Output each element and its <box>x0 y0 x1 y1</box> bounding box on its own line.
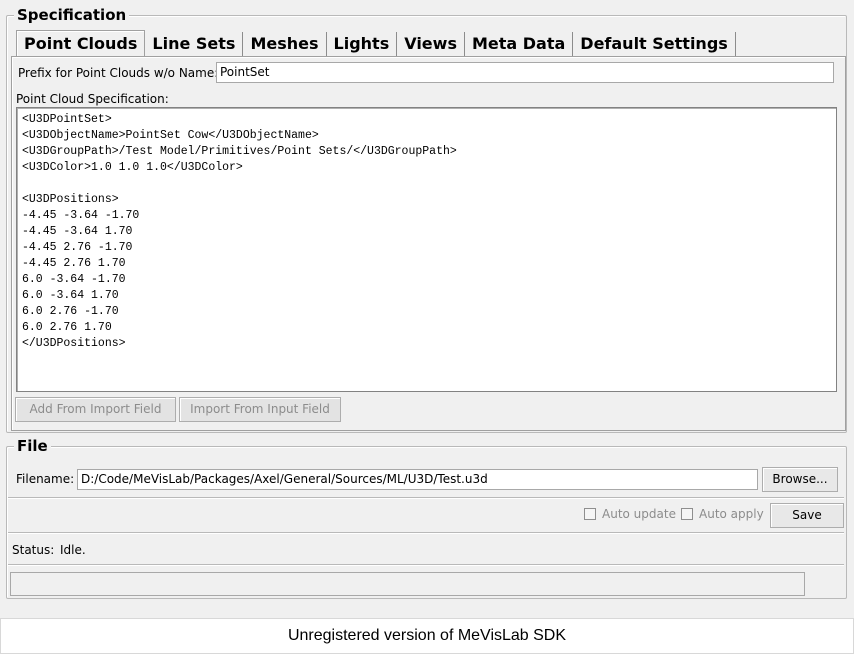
import-from-input-button[interactable]: Import From Input Field <box>179 397 341 422</box>
save-button[interactable]: Save <box>770 503 844 528</box>
tab-meta-data[interactable]: Meta Data <box>465 32 574 56</box>
browse-button[interactable]: Browse... <box>762 467 838 492</box>
tab-meshes[interactable]: Meshes <box>243 32 327 56</box>
filename-label: Filename: <box>16 472 75 486</box>
add-from-import-button[interactable]: Add From Import Field <box>15 397 176 422</box>
specification-title: Specification <box>14 7 130 23</box>
auto-update-box[interactable] <box>584 508 596 520</box>
file-separator-mid <box>8 532 844 534</box>
file-title: File <box>14 438 51 454</box>
filename-input[interactable]: D:/Code/MeVisLab/Packages/Axel/General/S… <box>77 469 758 490</box>
auto-apply-box[interactable] <box>681 508 693 520</box>
tab-default-settings[interactable]: Default Settings <box>573 32 736 56</box>
status-value: Idle. <box>60 543 86 557</box>
prefix-input[interactable]: PointSet <box>216 62 834 83</box>
auto-apply-label: Auto apply <box>699 507 764 521</box>
unregistered-banner: Unregistered version of MeVisLab SDK <box>0 618 854 654</box>
tab-lights[interactable]: Lights <box>327 32 398 56</box>
file-separator-top <box>8 497 844 499</box>
tab-point-clouds[interactable]: Point Clouds <box>16 30 146 57</box>
file-separator-bottom <box>8 564 844 566</box>
progress-bar <box>10 572 805 596</box>
auto-update-checkbox[interactable]: Auto update <box>584 507 676 521</box>
spec-label: Point Cloud Specification: <box>16 92 169 106</box>
tab-bar: Point Clouds Line Sets Meshes Lights Vie… <box>16 30 736 57</box>
prefix-label: Prefix for Point Clouds w/o Name: <box>18 66 219 80</box>
spec-textarea[interactable]: <U3DPointSet> <U3DObjectName>PointSet Co… <box>16 107 837 392</box>
status-label: Status: <box>12 543 55 557</box>
auto-apply-checkbox[interactable]: Auto apply <box>681 507 764 521</box>
tab-views[interactable]: Views <box>397 32 465 56</box>
auto-update-label: Auto update <box>602 507 676 521</box>
tab-line-sets[interactable]: Line Sets <box>145 32 244 56</box>
